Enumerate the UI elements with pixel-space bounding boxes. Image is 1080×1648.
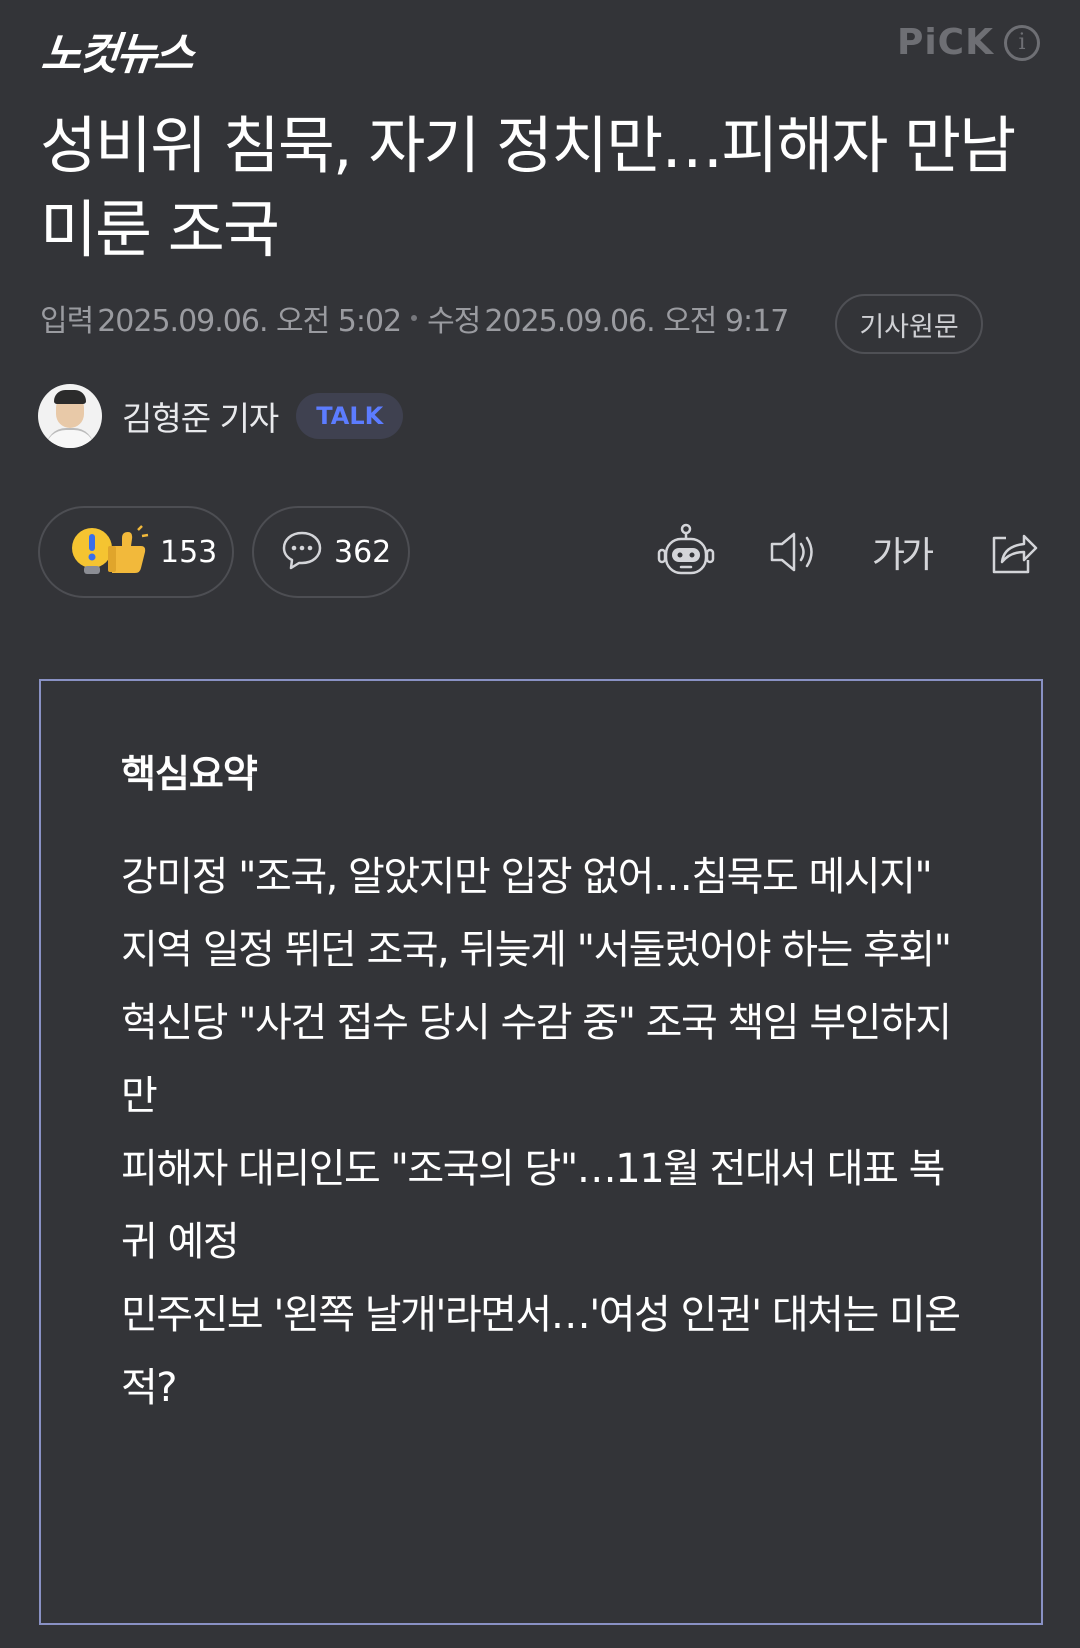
speaker-icon[interactable] [760, 520, 824, 584]
summary-item: 지역 일정 뛰던 조국, 뒤늦게 "서둘렀어야 하는 후회" [121, 927, 952, 973]
author-avatar[interactable] [38, 384, 102, 448]
comment-button[interactable]: 362 [252, 506, 410, 598]
key-summary-box: 핵심요약 강미정 "조국, 알았지만 입장 없어…침묵도 메시지" 지역 일정 … [39, 679, 1043, 1625]
pick-label: PiCK [896, 22, 994, 63]
separator-dot [411, 315, 418, 321]
nocut-news-logo[interactable]: 노컷뉴스 [39, 18, 196, 82]
reaction-button[interactable]: 153 [38, 506, 234, 598]
summary-list: 강미정 "조국, 알았지만 입장 없어…침묵도 메시지" 지역 일정 뛰던 조국… [121, 841, 971, 1425]
reaction-count: 153 [160, 534, 218, 570]
font-size-icon[interactable]: 가가 [866, 520, 936, 584]
article-headline: 성비위 침묵, 자기 정치만…피해자 만남 미룬 조국 [40, 109, 1016, 266]
original-article-button[interactable]: 기사원문 [835, 294, 983, 354]
reaction-icon [70, 524, 150, 580]
info-icon[interactable]: i [1004, 24, 1040, 61]
summary-item: 민주진보 '왼쪽 날개'라면서…'여성 인권' 대처는 미온적? [121, 1292, 961, 1411]
author-row[interactable]: 김형준 기자 TALK [38, 384, 404, 448]
font-size-label: 가가 [871, 535, 934, 576]
input-label: 입력 [40, 304, 94, 339]
summary-item: 피해자 대리인도 "조국의 당"…11월 전대서 대표 복귀 예정 [121, 1146, 945, 1265]
talk-button[interactable]: TALK [296, 393, 404, 439]
summary-item: 강미정 "조국, 알았지만 입장 없어…침묵도 메시지" [121, 854, 933, 900]
input-time: 2025.09.06. 오전 5:02 [97, 304, 402, 339]
comment-icon [280, 528, 324, 576]
edit-label: 수정 [427, 304, 481, 339]
author-name[interactable]: 김형준 기자 [122, 392, 279, 440]
top-bar: 노컷뉴스 PiCK i [0, 0, 1080, 90]
share-icon[interactable] [980, 520, 1044, 584]
summary-bot-icon[interactable] [654, 520, 718, 584]
pick-badge[interactable]: PiCK i [897, 22, 1040, 63]
comment-count: 362 [334, 534, 392, 570]
summary-title: 핵심요약 [121, 752, 258, 796]
article-timestamps: 입력 2025.09.06. 오전 5:02 수정 2025.09.06. 오전… [40, 296, 789, 340]
summary-item: 혁신당 "사건 접수 당시 수감 중" 조국 책임 부인하지만 [121, 1000, 952, 1119]
edit-time: 2025.09.06. 오전 9:17 [484, 304, 789, 339]
